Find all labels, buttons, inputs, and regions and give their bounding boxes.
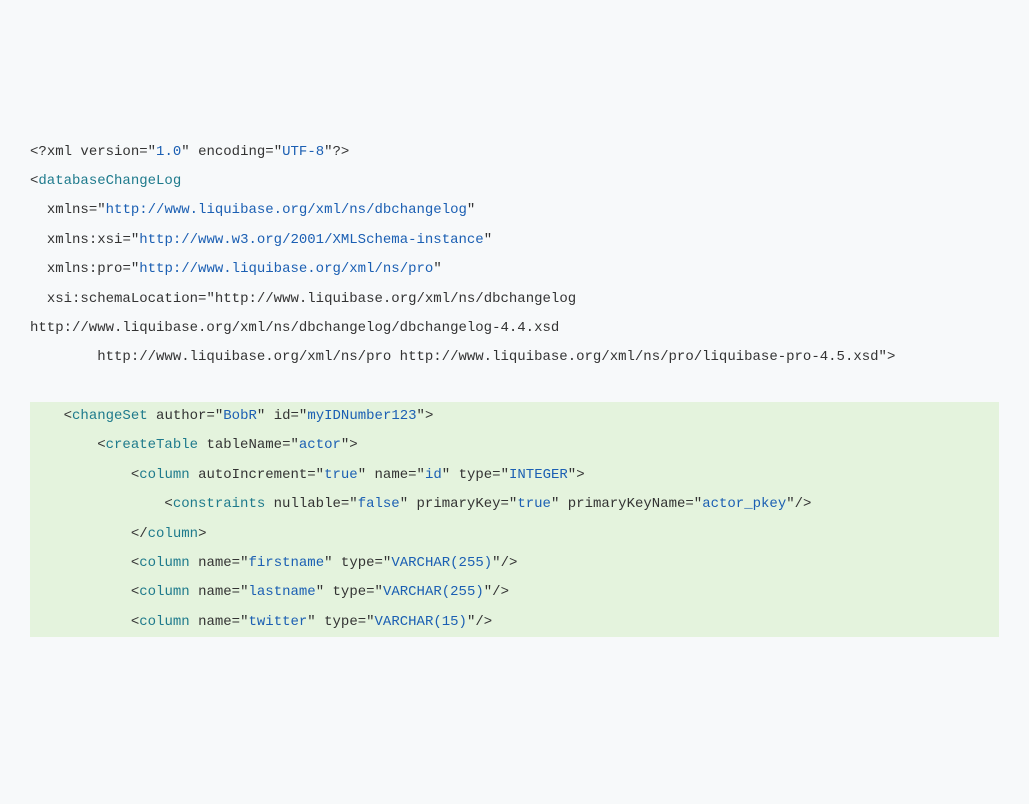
code-block: <?xml version="1.0" encoding="UTF-8"?><d… xyxy=(30,138,999,638)
code-line xyxy=(30,373,999,402)
code-line: xmlns="http://www.liquibase.org/xml/ns/d… xyxy=(30,196,999,225)
code-line: <createTable tableName="actor"> xyxy=(30,431,999,460)
code-line: xsi:schemaLocation="http://www.liquibase… xyxy=(30,285,999,314)
code-line: xmlns:xsi="http://www.w3.org/2001/XMLSch… xyxy=(30,226,999,255)
code-line: <column autoIncrement="true" name="id" t… xyxy=(30,461,999,490)
code-line: </column> xyxy=(30,520,999,549)
code-line: <constraints nullable="false" primaryKey… xyxy=(30,490,999,519)
code-line: <databaseChangeLog xyxy=(30,167,999,196)
code-line: <column name="firstname" type="VARCHAR(2… xyxy=(30,549,999,578)
code-line: <column name="lastname" type="VARCHAR(25… xyxy=(30,578,999,607)
code-line: <changeSet author="BobR" id="myIDNumber1… xyxy=(30,402,999,431)
code-line: <?xml version="1.0" encoding="UTF-8"?> xyxy=(30,138,999,167)
code-line: xmlns:pro="http://www.liquibase.org/xml/… xyxy=(30,255,999,284)
code-line: http://www.liquibase.org/xml/ns/dbchange… xyxy=(30,314,999,343)
code-line: <column name="twitter" type="VARCHAR(15)… xyxy=(30,608,999,637)
code-line: http://www.liquibase.org/xml/ns/pro http… xyxy=(30,343,999,372)
